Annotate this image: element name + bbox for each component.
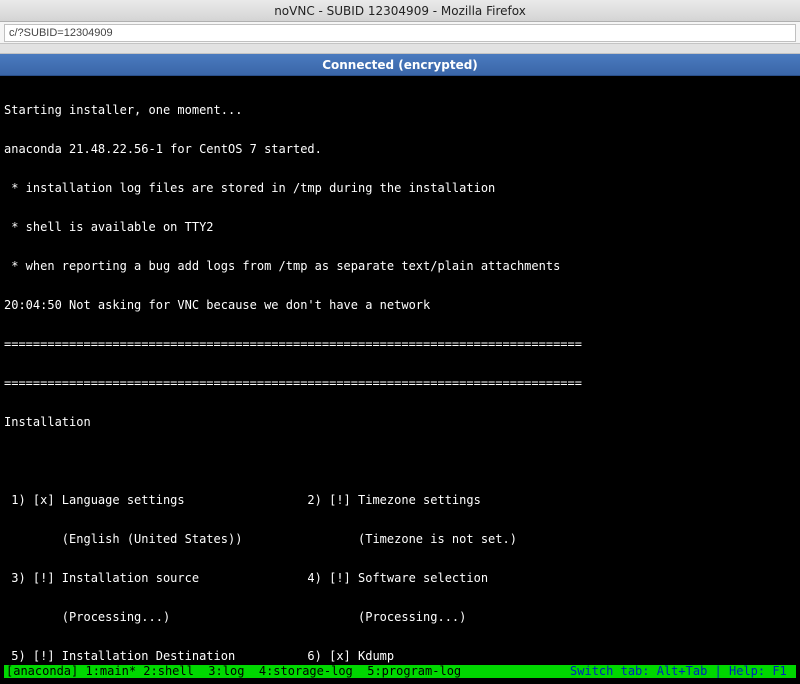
connection-status-text: Connected (encrypted) <box>322 58 478 72</box>
connection-status-banner: Connected (encrypted) <box>0 54 800 76</box>
tmux-status-left: [anaconda] 1:main* 2:shell 3:log 4:stora… <box>6 665 461 678</box>
url-bar-input[interactable] <box>4 24 796 42</box>
menu-row-detail: (English (United States)) (Timezone is n… <box>4 533 796 546</box>
url-bar-container <box>0 22 800 44</box>
toolbar-spacer <box>0 44 800 54</box>
term-line: 20:04:50 Not asking for VNC because we d… <box>4 299 796 312</box>
tmux-status-bar: [anaconda] 1:main* 2:shell 3:log 4:stora… <box>4 665 796 678</box>
menu-row-detail: (Processing...) (Processing...) <box>4 611 796 624</box>
term-separator: ========================================… <box>4 338 796 351</box>
term-line: * when reporting a bug add logs from /tm… <box>4 260 796 273</box>
window-title: noVNC - SUBID 12304909 - Mozilla Firefox <box>274 4 526 18</box>
terminal[interactable]: Starting installer, one moment... anacon… <box>0 76 800 684</box>
menu-row: 3) [!] Installation source 4) [!] Softwa… <box>4 572 796 585</box>
term-line: * installation log files are stored in /… <box>4 182 796 195</box>
tmux-status-right: Switch tab: Alt+Tab | Help: F1 <box>570 665 794 678</box>
term-separator: ========================================… <box>4 377 796 390</box>
menu-row: 1) [x] Language settings 2) [!] Timezone… <box>4 494 796 507</box>
term-line: Starting installer, one moment... <box>4 104 796 117</box>
window-titlebar: noVNC - SUBID 12304909 - Mozilla Firefox <box>0 0 800 22</box>
term-line <box>4 455 796 468</box>
term-heading: Installation <box>4 416 796 429</box>
term-line: anaconda 21.48.22.56-1 for CentOS 7 star… <box>4 143 796 156</box>
menu-row: 5) [!] Installation Destination 6) [x] K… <box>4 650 796 663</box>
term-line: * shell is available on TTY2 <box>4 221 796 234</box>
vnc-canvas-area[interactable]: Connected (encrypted) Starting installer… <box>0 54 800 684</box>
